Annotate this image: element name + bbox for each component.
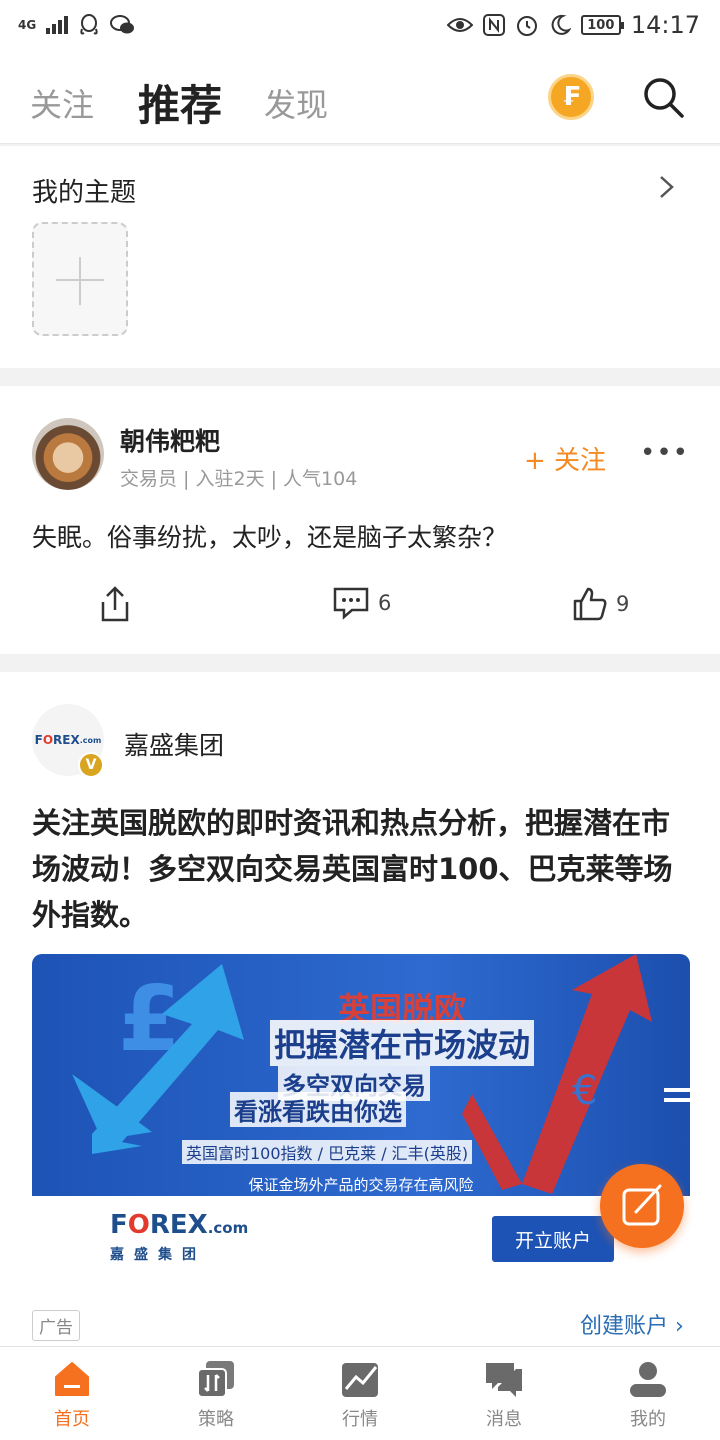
add-topic-button[interactable] [32, 222, 128, 336]
comment-count: 6 [378, 591, 392, 615]
banner-brand-sub: 嘉盛集团 [110, 1247, 206, 1263]
coin-icon[interactable]: ₣ [548, 74, 594, 120]
ad-label: 广告 [32, 1310, 80, 1341]
banner-instruments: 英国富时100指数 / 巴克莱 / 汇丰(英股) [182, 1140, 473, 1164]
tab-home[interactable]: 首页 [0, 1347, 144, 1440]
top-header: 关注 推荐 发现 ₣ [0, 50, 720, 144]
banner-logo-f: F [110, 1210, 128, 1240]
post-card[interactable]: 朝伟粑粑 交易员 | 入驻2天 | 人气104 + 关注 ••• 失眠。俗事纷扰… [0, 386, 720, 654]
tab-recommend[interactable]: 推荐 [138, 72, 222, 133]
compose-button[interactable] [600, 1164, 684, 1248]
share-icon [101, 586, 129, 622]
brand-logo-o: O [42, 733, 54, 747]
tab-discover[interactable]: 发现 [264, 80, 328, 126]
tab-strategy-label: 策略 [198, 1409, 234, 1430]
ad-text[interactable]: 关注英国脱欧的即时资讯和热点分析，把握潜在市场波动！多空双向交易英国富时100、… [32, 800, 692, 938]
more-icon[interactable]: ••• [640, 438, 689, 468]
create-account-link[interactable]: 创建账户 › [580, 1308, 684, 1340]
tab-profile[interactable]: 我的 [576, 1347, 720, 1440]
tab-messages-label: 消息 [486, 1409, 522, 1430]
alarm-icon [516, 16, 537, 36]
post-text[interactable]: 失眠。俗事纷扰，太吵，还是脑子太繁杂？ [32, 518, 507, 554]
brand-logo-suffix: .com [79, 735, 102, 745]
topics-title: 我的主题 [32, 178, 137, 208]
post-author[interactable]: 朝伟粑粑 [120, 422, 220, 458]
signal-icon [46, 16, 69, 34]
tab-messages[interactable]: 消息 [432, 1347, 576, 1440]
banner-subtitle: 把握潜在市场波动 [270, 1020, 535, 1066]
tab-follow[interactable]: 关注 [30, 80, 94, 126]
post-author-meta: 交易员 | 入驻2天 | 人气104 [120, 468, 358, 490]
wechat-icon [110, 15, 135, 34]
status-right: 100 14:17 [446, 11, 700, 39]
strategy-icon [197, 1361, 234, 1398]
nfc-icon [482, 14, 505, 36]
moon-icon [551, 14, 571, 35]
network-label: 4G [18, 18, 37, 32]
brand-logo-rest: REX [53, 733, 80, 747]
search-icon[interactable] [640, 74, 686, 120]
avatar[interactable] [32, 418, 104, 490]
tab-profile-label: 我的 [630, 1409, 666, 1430]
messages-icon [486, 1363, 522, 1397]
tab-market[interactable]: 行情 [288, 1347, 432, 1440]
open-account-button[interactable]: 开立账户 [492, 1216, 614, 1262]
clock: 14:17 [630, 11, 700, 39]
chevron-right-icon[interactable] [656, 174, 678, 200]
comment-button[interactable]: 6 [332, 586, 391, 620]
banner-logo-suffix: .com [207, 1219, 249, 1237]
my-topics-card: 我的主题 [0, 146, 720, 368]
bottom-tab-bar: 首页 策略 行情 消息 我的 [0, 1346, 720, 1440]
edit-icon [622, 1184, 662, 1226]
like-count: 9 [616, 592, 630, 616]
market-chart-icon [342, 1363, 378, 1397]
thumbs-up-icon [573, 587, 607, 621]
tab-home-label: 首页 [54, 1409, 90, 1430]
eye-icon [446, 18, 473, 32]
status-left: 4G [18, 13, 136, 37]
tab-strategy[interactable]: 策略 [144, 1347, 288, 1440]
risk-warning: 保证金场外产品的交易存在高风险 [248, 1176, 474, 1194]
banner-brand-logo: FOREX.com [110, 1210, 248, 1240]
brand-logo-f: F [34, 733, 43, 747]
tab-market-label: 行情 [342, 1409, 378, 1430]
share-button[interactable] [98, 586, 132, 624]
post-author[interactable]: 嘉盛集团 [124, 726, 224, 762]
banner-logo-rest: REX [149, 1210, 208, 1240]
battery-icon: 100 [580, 15, 624, 35]
svg-text:€: € [572, 1068, 597, 1114]
qq-icon [80, 14, 98, 35]
verified-badge: V [78, 752, 104, 778]
profile-icon [630, 1362, 666, 1397]
home-icon [55, 1362, 89, 1396]
follow-button[interactable]: + 关注 [524, 440, 606, 477]
status-bar: 4G 100 14:17 [0, 0, 720, 50]
comment-icon [333, 587, 369, 620]
banner-logo-o: O [127, 1210, 150, 1240]
ad-banner[interactable]: £ € 英国脱欧 把握潜在市场波动 多空双向交易 看涨看跌由你选 英国富时100… [32, 954, 690, 1284]
like-button[interactable]: 9 [572, 586, 629, 622]
banner-line-2: 看涨看跌由你选 [230, 1092, 406, 1127]
